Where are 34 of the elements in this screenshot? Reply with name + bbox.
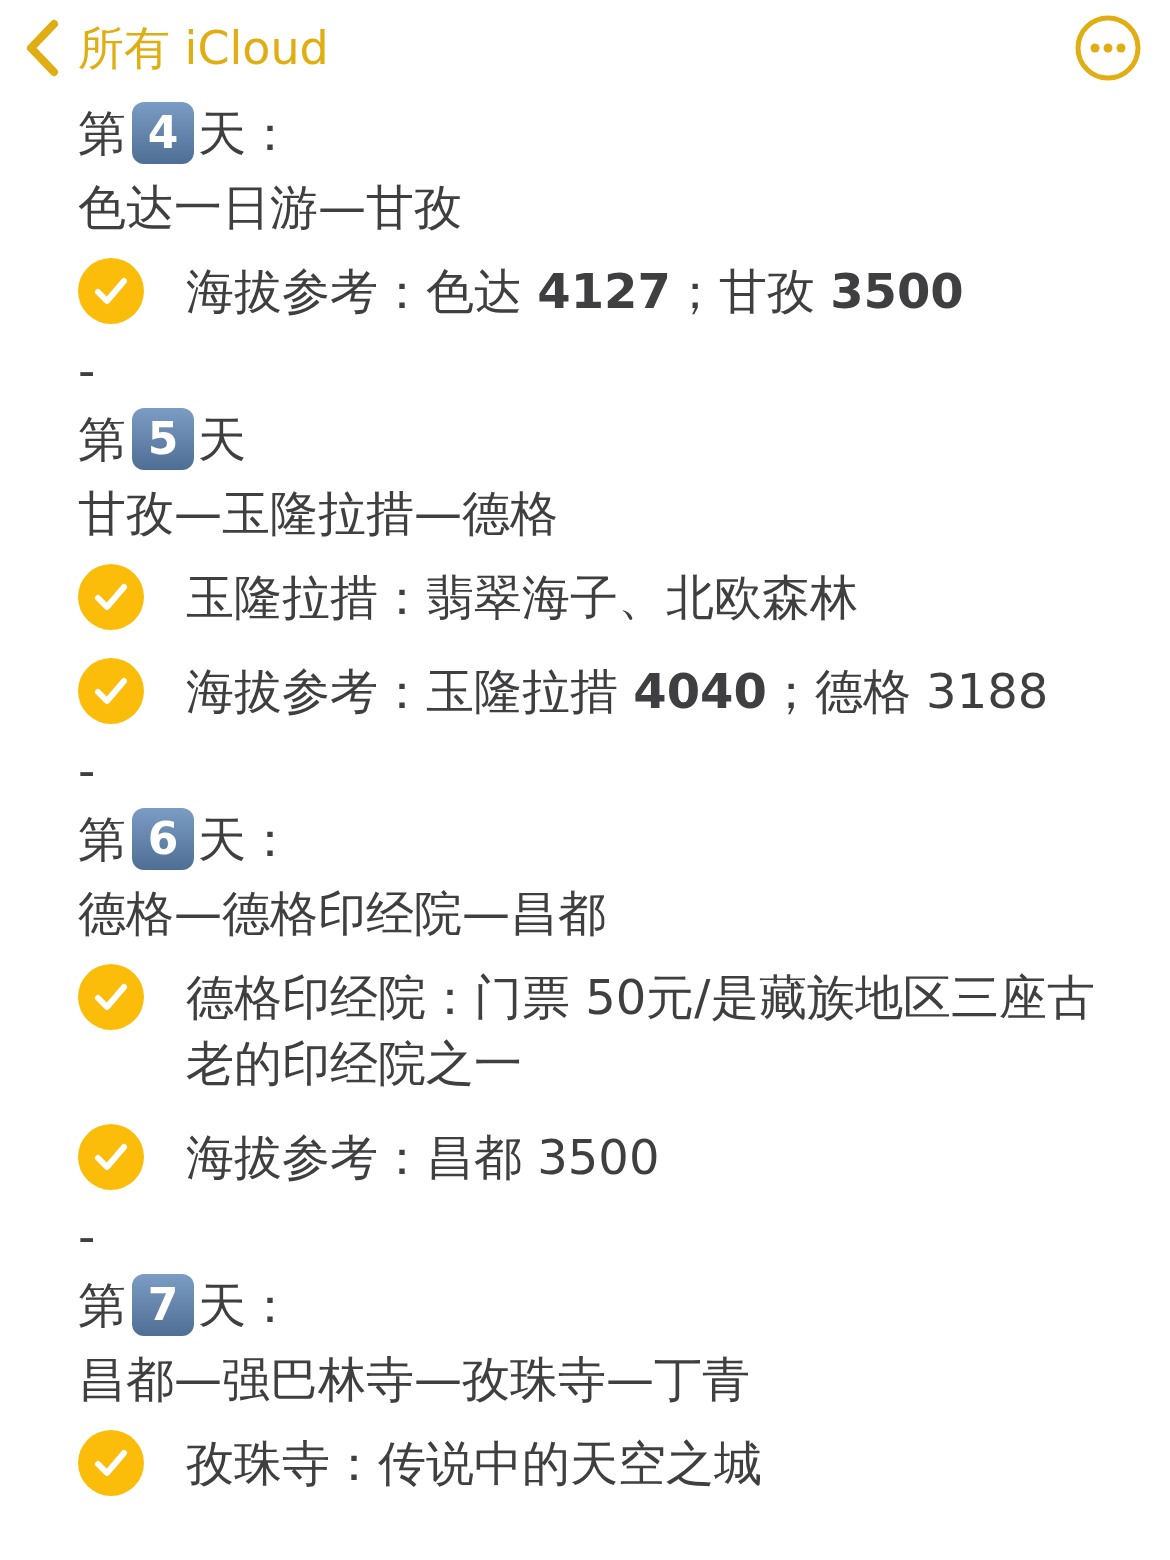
route-text: 昌都—强巴林寺—孜珠寺—丁青 <box>78 1351 750 1407</box>
checkbox[interactable] <box>78 1124 144 1190</box>
day-label: 第 <box>78 1276 126 1335</box>
day-label: 天 <box>198 410 246 469</box>
route-text: 德格—德格印经院—昌都 <box>78 885 606 941</box>
checklist-text: 玉隆拉措：翡翠海子、北欧森林 <box>186 568 859 627</box>
day-label: 第 <box>78 410 126 469</box>
checklist-text: 海拔参考：昌都 3500 <box>186 1128 661 1187</box>
checkbox[interactable] <box>78 658 144 724</box>
checklist-text: 海拔参考：玉隆拉措 4040；德格 3188 <box>186 662 1050 721</box>
more-button[interactable] <box>1074 14 1142 82</box>
checklist-text: 海拔参考：色达 4127；甘孜 3500 <box>186 262 965 321</box>
number-keycap: 7 <box>132 1274 194 1336</box>
day-label: 天： <box>198 810 294 869</box>
dash-text: - <box>78 742 96 798</box>
day-label: 第 <box>78 104 126 163</box>
dash-text: - <box>78 342 96 398</box>
day-label: 第 <box>78 810 126 869</box>
day-label: 天： <box>198 104 294 163</box>
number-keycap: 4 <box>132 102 194 164</box>
checkbox[interactable] <box>78 964 144 1030</box>
route-text: 色达一日游—甘孜 <box>78 179 462 235</box>
checkbox[interactable] <box>78 564 144 630</box>
back-button[interactable]: 所有 iCloud <box>24 19 329 77</box>
number-keycap: 5 <box>132 408 194 470</box>
checklist-text: 孜珠寺：传说中的天空之城 <box>186 1434 763 1493</box>
day-label: 天： <box>198 1276 294 1335</box>
route-text: 甘孜—玉隆拉措—德格 <box>78 485 558 541</box>
checkbox[interactable] <box>78 258 144 324</box>
checklist-text: 德格印经院：门票 50元/是藏族地区三座古老的印经院之一 <box>186 968 1096 1093</box>
checkbox[interactable] <box>78 1430 144 1496</box>
back-icon <box>24 19 60 77</box>
dash-text: - <box>78 1208 96 1264</box>
number-keycap: 6 <box>132 808 194 870</box>
